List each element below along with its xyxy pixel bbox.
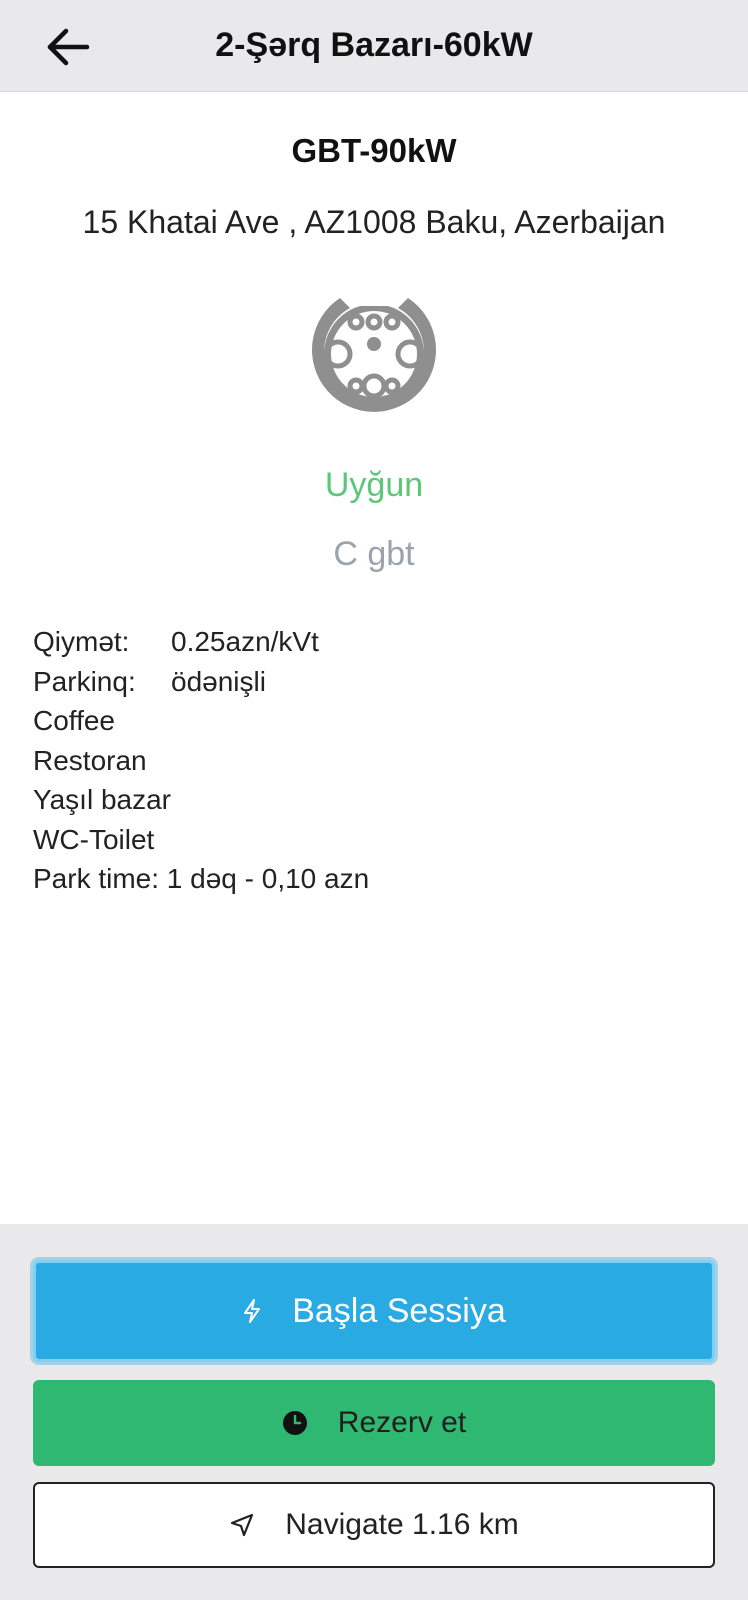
app-header: 2-Şərq Bazarı-60kW xyxy=(0,0,748,92)
price-row: Qiymət: 0.25azn/kVt xyxy=(33,622,369,662)
action-bar: Başla Sessiya Rezerv et Navigate 1.16 km xyxy=(0,1224,748,1600)
navigate-button[interactable]: Navigate 1.16 km xyxy=(33,1482,715,1568)
parking-row: Parkinq: ödənişli xyxy=(33,662,369,702)
parking-value: ödənişli xyxy=(171,665,266,697)
connector-status: Uyğun xyxy=(324,466,424,504)
amenity-toilet: WC-Toilet xyxy=(33,823,155,855)
amenity-green-market: Yaşıl bazar xyxy=(33,784,171,815)
reserve-label: Rezerv et xyxy=(337,1406,467,1439)
page-title: 2-Şərq Bazarı-60kW xyxy=(215,26,533,64)
arrow-left-icon xyxy=(47,28,90,66)
parking-label: Parkinq: xyxy=(33,665,136,697)
clock-icon xyxy=(282,1410,308,1436)
park-time: Park time: 1 dəq - 0,10 azn xyxy=(33,863,370,894)
amenity-coffee: Coffee xyxy=(33,705,115,736)
back-button[interactable] xyxy=(40,22,96,72)
station-info-list: Qiymət: 0.25azn/kVt Parkinq: ödənişli Coff… xyxy=(33,622,369,899)
price-label: Qiymət: xyxy=(33,626,130,657)
reserve-button[interactable]: Rezerv et xyxy=(33,1380,715,1466)
station-address: 15 Khatai Ave , AZ1008 Baku, Azerbaijan xyxy=(82,204,666,240)
connector-title: GBT-90kW xyxy=(291,132,457,169)
ev-plug-icon xyxy=(312,296,436,412)
amenity-restaurant: Restoran xyxy=(33,744,147,776)
start-session-button[interactable]: Başla Sessiya xyxy=(33,1260,715,1362)
connector-type: C gbt xyxy=(333,535,415,573)
navigate-label: Navigate 1.16 km xyxy=(285,1508,519,1541)
price-value: 0.25azn/kVt xyxy=(171,626,319,657)
station-details: GBT-90kW 15 Khatai Ave , AZ1008 Baku, Az… xyxy=(0,92,748,1224)
start-session-label: Başla Sessiya xyxy=(292,1291,506,1330)
navigation-arrow-icon xyxy=(229,1512,255,1538)
lightning-icon xyxy=(242,1298,262,1324)
